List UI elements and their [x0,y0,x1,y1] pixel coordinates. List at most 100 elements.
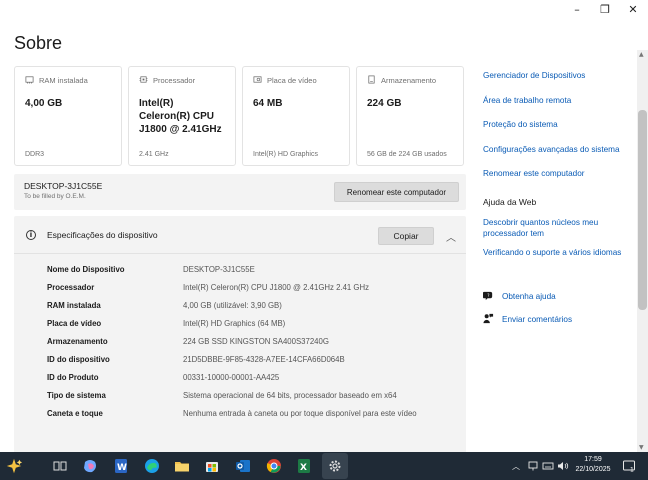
spec-value: Intel(R) HD Graphics (64 MB) [183,319,286,328]
spec-value: Nenhuma entrada à caneta ou por toque di… [183,409,417,418]
spec-value: DESKTOP-3J1C55E [183,265,255,274]
keyboard-icon[interactable] [542,452,554,480]
close-button[interactable]: ✕ [619,1,647,17]
spec-cards: RAM instalada 4,00 GB DDR3 Processador I… [14,66,466,166]
store-icon[interactable] [202,456,222,476]
show-hidden-icons-chevron[interactable]: ︿ [512,452,520,480]
spec-row: Nome do Dispositivo DESKTOP-3J1C55E [47,265,466,275]
svg-text:W: W [117,463,127,473]
notification-center-icon[interactable]: 1 [622,452,636,480]
card-footer: 56 GB de 224 GB usados [367,151,447,158]
spec-list: Nome do Dispositivo DESKTOP-3J1C55E Proce… [14,254,466,419]
web-help-title: Ajuda da Web [483,197,537,207]
scroll-thumb[interactable] [638,110,647,310]
file-explorer-icon[interactable] [172,456,192,476]
copilot-app-icon[interactable] [80,456,100,476]
clock-time: 17:59 [584,456,602,463]
spec-row: Processador Intel(R) Celeron(R) CPU J1800… [47,283,466,293]
rename-computer-button[interactable]: Renomear este computador [334,182,459,202]
spec-value: 21D5DBBE-9F85-4328-A7EE-14CFA66D064B [183,355,345,364]
spec-label: Caneta e toque [47,409,103,418]
maximize-button[interactable]: ❐ [591,1,619,17]
send-feedback-label: Enviar comentários [502,315,573,324]
card-storage: Armazenamento 224 GB 56 GB de 224 GB usa… [356,66,464,166]
device-specs-title: Especificações do dispositivo [47,229,158,240]
advanced-system-settings-link[interactable]: Configurações avançadas do sistema [483,144,635,155]
get-help-link[interactable]: ? Obtenha ajuda [483,290,635,303]
spec-value: 4,00 GB (utilizável: 3,90 GB) [183,301,282,310]
spec-value: 224 GB SSD KINGSTON SA400S37240G [183,337,329,346]
scroll-up-icon[interactable]: ▲ [639,51,644,58]
spec-label: Processador [47,283,95,292]
outlook-icon[interactable] [233,456,253,476]
help-icon: ? [483,290,494,303]
feedback-icon [483,313,494,326]
minimize-button[interactable]: – [563,1,591,17]
settings-icon[interactable] [322,453,348,479]
volume-icon[interactable] [557,452,569,480]
remote-desktop-link[interactable]: Área de trabalho remota [483,95,635,106]
vertical-scrollbar[interactable]: ▲ ▼ [637,50,648,452]
spec-label: Placa de vídeo [47,319,102,328]
card-processor: Processador Intel(R) Celeron(R) CPU J180… [128,66,236,166]
excel-icon[interactable]: X [294,456,314,476]
task-view-icon[interactable] [50,456,70,476]
device-specs-header[interactable]: i Especificações do dispositivo Copiar ︿ [14,216,466,254]
system-protection-link[interactable]: Proteção do sistema [483,119,635,130]
info-icon: i [26,229,36,240]
clock-date: 22/10/2025 [575,466,611,473]
chrome-icon[interactable] [264,456,284,476]
get-help-label: Obtenha ajuda [502,292,556,301]
spec-row: ID do Produto 00331-10000-00001-AA425 [47,373,466,383]
card-label: Armazenamento [381,76,437,85]
title-bar: – ❐ ✕ [0,0,648,18]
card-label: Processador [153,76,196,85]
card-value: 224 GB [367,98,402,109]
web-help-link-cores[interactable]: Descobrir quantos núcleos meu processado… [483,217,635,239]
spec-label: ID do dispositivo [47,355,110,364]
taskbar: W X ︿ 17:59 22/10/2025 1 [0,452,648,480]
word-icon[interactable]: W [111,456,131,476]
spec-row: ID do dispositivo 21D5DBBE-9F85-4328-A7EE… [47,355,466,365]
spec-label: ID do Produto [47,373,99,382]
card-value: Intel(R) Celeron(R) CPU J1800 @ 2.41GHz [139,98,222,135]
storage-icon [367,75,376,86]
spec-row: Armazenamento 224 GB SSD KINGSTON SA400S3… [47,337,466,347]
device-manager-link[interactable]: Gerenciador de Dispositivos [483,70,635,81]
device-name-row: DESKTOP-3J1C55E To be filled by O.E.M. R… [14,174,466,210]
spec-row: Tipo de sistema Sistema operacional de 64… [47,391,466,401]
card-value: 4,00 GB [25,98,63,109]
scroll-down-icon[interactable]: ▼ [639,444,644,451]
spec-label: RAM instalada [47,301,101,310]
main-content: RAM instalada 4,00 GB DDR3 Processador I… [14,66,466,452]
processor-icon [139,75,148,86]
spec-label: Nome do Dispositivo [47,265,125,274]
card-label: Placa de vídeo [267,76,317,85]
spec-row: Caneta e toque Nenhuma entrada à caneta o… [47,409,466,419]
spec-label: Tipo de sistema [47,391,106,400]
spec-row: Placa de vídeo Intel(R) HD Graphics (64 M… [47,319,466,329]
spec-row: RAM instalada 4,00 GB (utilizável: 3,90 G… [47,301,466,311]
spec-value: Intel(R) Celeron(R) CPU J1800 @ 2.41GHz … [183,283,370,292]
device-specs-section: i Especificações do dispositivo Copiar ︿… [14,216,466,452]
chevron-up-icon[interactable]: ︿ [446,229,456,244]
card-label: RAM instalada [39,76,88,85]
card-footer: DDR3 [25,151,45,158]
clock[interactable]: 17:59 22/10/2025 [572,455,614,475]
spec-value: 00331-10000-00001-AA425 [183,373,280,382]
copilot-sparkle-icon[interactable] [4,456,24,476]
card-ram: RAM instalada 4,00 GB DDR3 [14,66,122,166]
card-footer: 2.41 GHz [139,151,169,158]
related-settings: Gerenciador de Dispositivos Área de trab… [483,70,635,336]
send-feedback-link[interactable]: Enviar comentários [483,313,635,326]
copy-button[interactable]: Copiar [378,227,434,245]
spec-value: Sistema operacional de 64 bits, processa… [183,391,397,400]
web-help-link-languages[interactable]: Verificando o suporte a vários idiomas [483,247,635,258]
card-value: 64 MB [253,98,283,109]
card-video: Placa de vídeo 64 MB Intel(R) HD Graphic… [242,66,350,166]
card-footer: Intel(R) HD Graphics [253,151,318,158]
video-card-icon [253,75,262,86]
rename-computer-link[interactable]: Renomear este computador [483,168,635,179]
edge-icon[interactable] [142,456,162,476]
network-icon[interactable] [527,452,539,480]
